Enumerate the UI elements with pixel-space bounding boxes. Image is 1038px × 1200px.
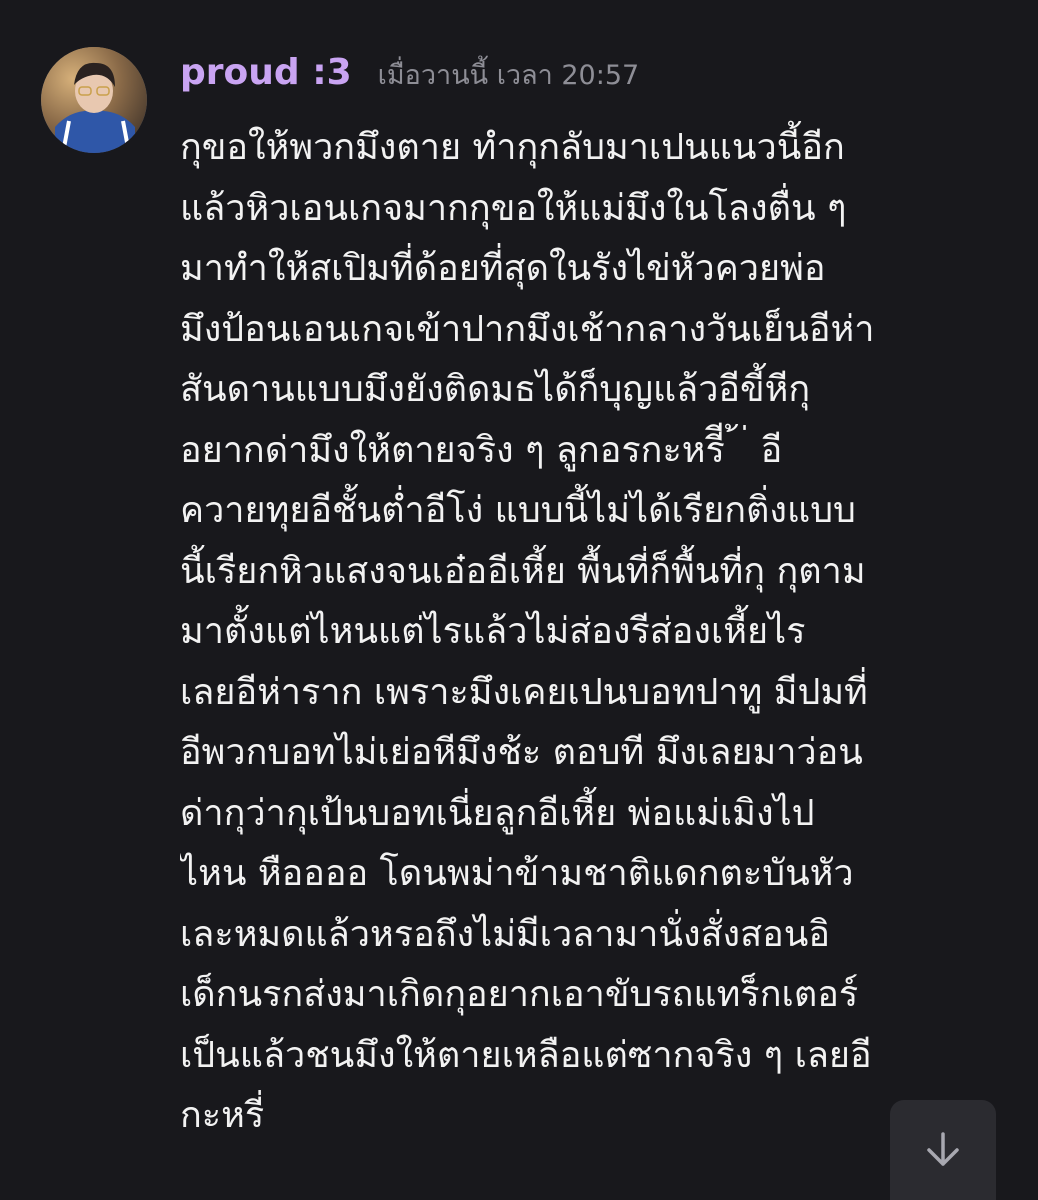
comment-header: proud :3 เมื่อวานนี้ เวลา 20:57 (180, 52, 639, 104)
message-line: อยากด่ามึงให้ตายจริง ๆ ลูกอรกะหรีี่ ้ ่ … (180, 429, 783, 471)
message-line: กุขอให้พวกมึงตาย ทำกุกลับมาเปนแนวนี้อีก (180, 127, 845, 168)
message-line: ไหน หืออออ โดนพม่าข้ามชาติแดกตะบันหัว (180, 853, 854, 894)
arrow-down-icon (927, 1132, 959, 1166)
message-line: นี้เรียกหิวแสงจนเอ๋ออีเหี้ย พื้นที่ก็พื้… (180, 550, 866, 592)
scroll-to-bottom-button[interactable] (890, 1100, 996, 1200)
avatar-image (41, 47, 147, 153)
message-line: มาทำให้สเปิมที่ด้อยที่สุดในรังไข่หัวควยพ… (180, 248, 826, 289)
message-line: กะหรี่ (180, 1095, 265, 1136)
message-line: สันดานแบบมึงยังติดมธได้ก็บุญแล้วอีขี้หีก… (180, 369, 811, 410)
message-line: มึงป้อนเอนเกจเข้าปากมึงเช้ากลางวันเย็นอี… (180, 308, 875, 350)
timestamp: เมื่อวานนี้ เวลา 20:57 (377, 60, 640, 91)
message-line: มาตั้งแต่ไหนแต่ไรแล้วไม่ส่องรีส่องเหี้ยไ… (180, 611, 806, 652)
chat-view: proud :3 เมื่อวานนี้ เวลา 20:57 กุขอให้พ… (0, 0, 1038, 1200)
message-line: เละหมดแล้วหรอถึงไม่มีเวลามานั่งสั่งสอนอิ (180, 913, 830, 955)
message-line: อีพวกบอทไม่เย่อหีมึงช้ะ ตอบที มึงเลยมาว่… (180, 732, 863, 773)
message-line: แล้วหิวเอนเกจมากกุขอให้แม่มึงในโลงตื่น ๆ (180, 187, 847, 229)
message-line: เป็นแล้วชนมึงให้ตายเหลือแต่ซากจริง ๆ เลย… (180, 1034, 872, 1076)
message-line: ควายทุยอีชั้นต่ำอีโง่ แบบนี้ไม่ได้เรียกต… (180, 490, 856, 531)
username[interactable]: proud :3 (180, 52, 352, 93)
avatar[interactable] (41, 47, 147, 153)
message-body: กุขอให้พวกมึงตาย ทำกุกลับมาเปนแนวนี้อีก … (180, 118, 1010, 1147)
message-line: เลยอีห่าราก เพราะมึงเคยเปนบอทปาทู มีปมที… (180, 671, 868, 713)
message-line: เด็กนรกส่งมาเกิดกุอยากเอาขับรถแทร็กเตอร์ (180, 974, 859, 1015)
message-line: ด่ากุว่ากุเป้นบอทเนี่ยลูกอีเหี้ย พ่อแม่เ… (180, 792, 815, 834)
